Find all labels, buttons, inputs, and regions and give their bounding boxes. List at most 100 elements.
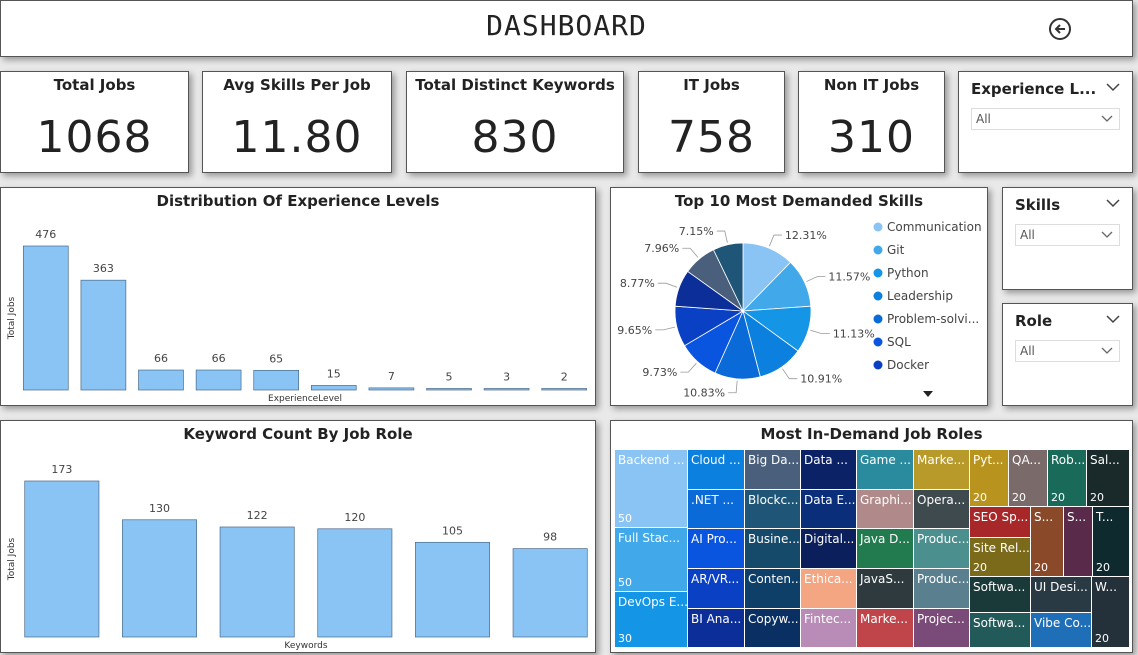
data-label: 122 [247,509,268,522]
treemap-cell-label: Pyt... [973,453,1004,467]
legend-scroll-down-icon [923,391,933,397]
treemap-cell[interactable]: QA... 20 [1009,450,1048,507]
treemap-cell[interactable]: Sal... 20 [1087,450,1130,507]
role-slicer[interactable]: Role All [1002,303,1133,406]
treemap-cell[interactable]: Softwa... [970,613,1031,648]
treemap-cell[interactable]: Big Da... [745,450,801,490]
treemap-cell[interactable]: Blockc... [745,490,801,529]
data-label: 476 [35,228,56,241]
slice-label: 10.91% [800,373,842,386]
treemap-cell[interactable]: Data E... [801,490,857,529]
slice-label: 9.73% [642,366,677,379]
treemap-cell[interactable]: Rob... 20 [1048,450,1087,507]
treemap-cell[interactable]: AI Pro... [688,529,745,569]
data-label: 3 [503,371,510,384]
treemap-cell[interactable]: Pyt... 20 [970,450,1009,507]
treemap-cell[interactable]: Cloud ... [688,450,745,490]
kpi-non-it-jobs: Non IT Jobs 310 [798,71,945,173]
treemap-cell[interactable]: Vibe Co... [1031,613,1092,648]
treemap-cell[interactable]: Softwa... [970,577,1031,613]
treemap-cell[interactable]: DevOps E... 30 [615,592,688,648]
treemap-cell[interactable]: Backend ... 50 [615,450,688,528]
role-dropdown[interactable]: All [1015,340,1120,362]
treemap-cell[interactable]: Game ... [857,450,914,490]
treemap-cell[interactable]: Digital... [801,529,857,569]
bar [317,528,393,638]
treemap-cell-label: S... [1067,510,1087,524]
treemap-cell-value: 20 [1090,491,1104,504]
treemap-cell-value: 50 [618,512,632,525]
treemap-cell-label: Marke... [917,453,965,467]
treemap-cell[interactable]: Produc... [914,569,970,609]
skills-dropdown[interactable]: All [1015,224,1120,246]
treemap-cell[interactable]: Marke... [857,609,914,648]
legend-item: SQL [887,335,911,349]
treemap-cell-label: Fintec... [804,612,852,626]
slicer-label: Skills [1015,196,1061,214]
page-title: DASHBOARD [486,9,647,42]
kpi-label: Non IT Jobs [823,76,920,94]
treemap-cell[interactable]: Copyw... [745,609,801,648]
treemap-cell[interactable]: T... 20 [1093,507,1130,577]
slice-label: 11.13% [833,328,875,341]
treemap-cell[interactable]: S... 20 [1031,507,1064,577]
legend-marker [873,291,883,301]
skills-pie-chart: 12.31% 11.57% 11.13% 10.91% 10.83% 9.73% 9.65%… [617,220,981,400]
treemap-cell[interactable]: SEO Sp... [970,507,1031,538]
treemap-cell[interactable]: Data ... [801,450,857,490]
treemap-cell[interactable]: Graphi... [857,490,914,529]
bar [24,480,100,638]
kpi-label: Avg Skills Per Job [223,76,371,94]
legend-item: Problem-solvi... [887,312,979,326]
treemap-cell-label: Conten... [748,572,801,586]
treemap-cell[interactable]: Conten... [745,569,801,609]
treemap-cell-label: AR/VR... [691,572,740,586]
treemap-cell[interactable]: W... 20 [1092,577,1130,648]
bar [22,245,69,391]
slice-label: 12.31% [785,229,827,242]
treemap-cell[interactable]: S... [1064,507,1093,577]
treemap-cell-label: UI Desi... [1034,580,1088,594]
chart-title: Most In-Demand Job Roles [760,425,983,443]
treemap-cell-label: SEO Sp... [973,510,1029,524]
data-label: 120 [344,511,365,524]
data-label: 2 [561,371,568,384]
treemap-cell-label: Full Stac... [618,531,681,545]
y-axis-label: Total Jobs [7,296,17,340]
treemap-cell[interactable]: Site Rel... 20 [970,538,1031,577]
treemap-cell[interactable]: BI Ana... [688,609,745,648]
treemap-cell[interactable]: Marke... [914,450,970,490]
leader-line [655,326,675,331]
treemap-cell[interactable]: Ethica... [801,569,857,609]
data-label: 15 [327,367,341,380]
experience-dropdown[interactable]: All [971,108,1120,130]
chevron-down-icon[interactable] [1106,198,1120,208]
data-label: 66 [154,352,168,365]
back-arrow-icon[interactable] [1049,18,1071,40]
treemap-cell[interactable]: Java D... [857,529,914,569]
treemap-cell-value: 50 [618,576,632,589]
treemap-cell[interactable]: JavaS... [857,569,914,609]
treemap-cell[interactable]: Full Stac... 50 [615,528,688,592]
kpi-it-jobs: IT Jobs 758 [638,71,785,173]
chevron-down-icon[interactable] [1106,82,1120,92]
legend-item: Leadership [887,289,953,303]
leader-line [782,368,798,380]
skills-slicer[interactable]: Skills All [1002,187,1133,290]
treemap-cell[interactable]: Opera... [914,490,970,529]
treemap-cell[interactable]: AR/VR... [688,569,745,609]
treemap-cell-label: Copyw... [748,612,799,626]
treemap-cell[interactable]: Fintec... [801,609,857,648]
kpi-value: 11.80 [231,112,363,163]
treemap-cell[interactable]: UI Desi... [1031,577,1092,613]
legend-marker [873,222,883,232]
treemap-cell[interactable]: Produc... [914,529,970,569]
treemap-cell[interactable]: Projec... [914,609,970,648]
bar [368,387,415,391]
chevron-down-icon[interactable] [1106,314,1120,324]
treemap-cell[interactable]: .NET ... [688,490,745,529]
treemap-cell[interactable]: Busine... [745,529,801,569]
experience-slicer[interactable]: Experience L... All [958,71,1133,173]
leader-line [810,329,830,334]
legend-marker [873,314,883,324]
